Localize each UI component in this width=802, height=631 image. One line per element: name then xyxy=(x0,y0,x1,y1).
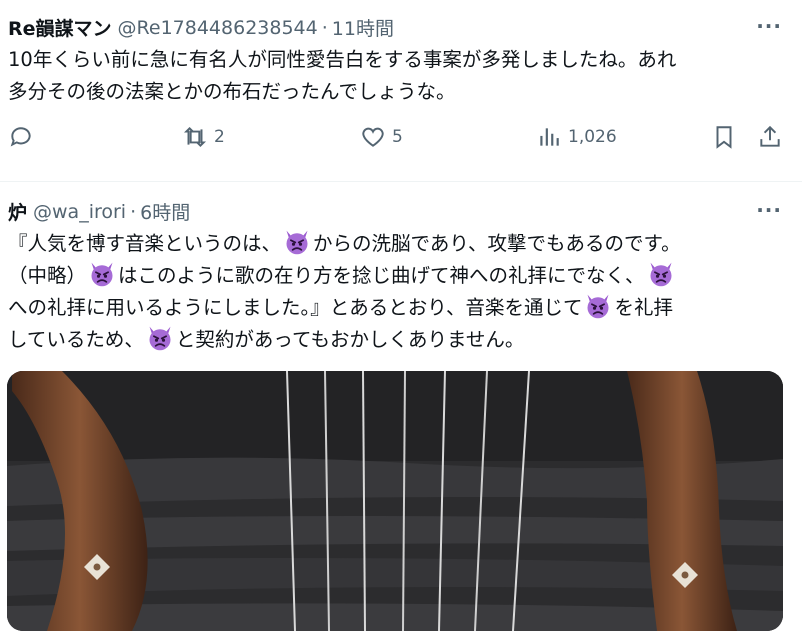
post-text-line: しているため、 と契約があってもおかしくありません。 xyxy=(8,324,788,356)
reply-button[interactable] xyxy=(8,124,34,150)
views-icon xyxy=(540,128,559,146)
retweet-count: 2 xyxy=(214,127,225,147)
post-image[interactable] xyxy=(7,371,783,631)
share-button[interactable] xyxy=(757,124,783,150)
views-button[interactable]: 1,026 xyxy=(536,124,617,150)
heart-icon xyxy=(362,127,384,147)
angry-devil-emoji-icon xyxy=(283,228,311,256)
angry-devil-emoji-icon xyxy=(88,260,116,288)
angry-devil-emoji-icon xyxy=(584,292,612,320)
reply-icon xyxy=(10,127,31,147)
bookmark-icon xyxy=(716,126,732,149)
user-handle[interactable]: @wa_irori xyxy=(33,201,126,223)
post-text-line: への礼拝に用いるようにしました。』とあるとおり、音楽を通じて を礼拝 xyxy=(8,292,788,324)
share-icon xyxy=(760,125,780,147)
bookmark-button[interactable] xyxy=(711,124,737,150)
display-name[interactable]: 炉 xyxy=(8,198,27,225)
views-count: 1,026 xyxy=(568,127,617,147)
like-count: 5 xyxy=(392,127,403,147)
user-handle[interactable]: @Re1784486238544 xyxy=(118,17,318,39)
post-text-line: 10年くらい前に急に有名人が同性愛告白をする事案が多発しましたね。あれ xyxy=(8,48,677,71)
separator: · xyxy=(321,16,328,39)
action-bar: 2 5 1,026 xyxy=(0,124,802,160)
timestamp[interactable]: 11時間 xyxy=(332,14,394,41)
post-text-line: （中略） はこのように歌の在り方を捻じ曲げて神への礼拝にでなく、 xyxy=(8,260,788,292)
angry-devil-emoji-icon xyxy=(647,260,675,288)
post-text-line: 多分その後の法案とかの布石だったんでしょうな。 xyxy=(8,80,456,103)
timestamp[interactable]: 6時間 xyxy=(140,198,190,225)
post-text: 『人気を博す音楽というのは、 からの洗脳であり、攻撃でもあるのです。 （中略） はこ… xyxy=(8,228,788,356)
post-1: Re韻謀マン @Re1784486238544 · 11時間 ··· 10年くら… xyxy=(0,0,802,182)
more-options-button[interactable]: ··· xyxy=(756,14,782,38)
angry-devil-emoji-icon xyxy=(146,324,174,352)
post-header: 炉 @wa_irori · 6時間 xyxy=(8,198,190,225)
more-options-button[interactable]: ··· xyxy=(756,198,782,222)
post-header: Re韻謀マン @Re1784486238544 · 11時間 xyxy=(8,14,394,41)
retweet-button[interactable]: 2 xyxy=(182,124,225,150)
post-text: 10年くらい前に急に有名人が同性愛告白をする事案が多発しましたね。あれ 多分その… xyxy=(8,44,788,108)
separator: · xyxy=(130,200,137,223)
like-button[interactable]: 5 xyxy=(360,124,403,150)
retweet-icon xyxy=(183,126,207,148)
harp-photo xyxy=(7,371,783,631)
post-text-line: 『人気を博す音楽というのは、 からの洗脳であり、攻撃でもあるのです。 xyxy=(8,228,788,260)
display-name[interactable]: Re韻謀マン xyxy=(8,14,112,41)
